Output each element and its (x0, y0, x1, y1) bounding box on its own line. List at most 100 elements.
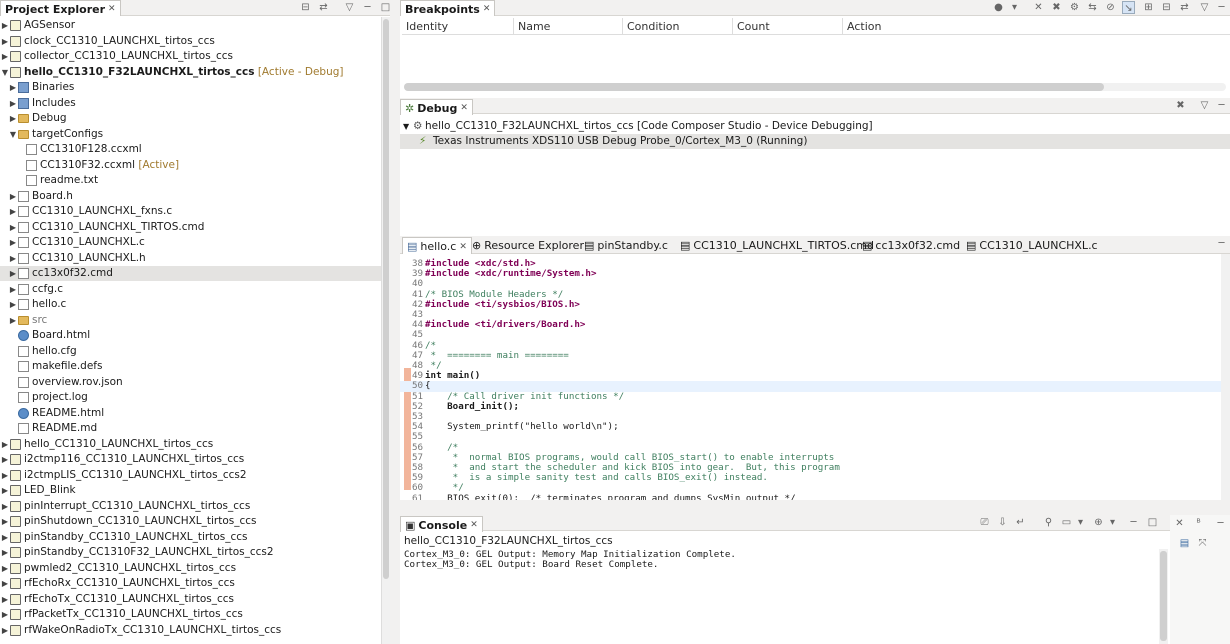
scrollbar-thumb[interactable] (1160, 551, 1167, 641)
expand-arrow-icon[interactable]: ▶ (9, 235, 17, 250)
tab-cc13x0f32-cmd[interactable]: ▤ cc13x0f32.cmd (858, 237, 964, 253)
breakpoints-hscrollbar[interactable] (404, 83, 1226, 91)
tree-item[interactable]: ▶ rfEchoRx_CC1310_LAUNCHXL_tirtos_ccs (0, 576, 390, 591)
dropdown-icon[interactable]: ▾ (1074, 516, 1087, 529)
code-line[interactable]: 54 System_printf("hello world\n"); (400, 421, 1230, 432)
expand-arrow-icon[interactable]: ▶ (1, 530, 9, 545)
view-menu-icon[interactable]: ▽ (1198, 99, 1211, 112)
expand-arrow-icon[interactable]: ▶ (1, 576, 9, 591)
debug-session-row[interactable]: ▼ ⚙ hello_CC1310_F32LAUNCHXL_tirtos_ccs … (400, 119, 1230, 134)
collapse-all-icon[interactable]: ⊟ (299, 1, 312, 14)
code-editor[interactable]: 38 #include <xdc/std.h> 39 #include <xdc/ru… (400, 254, 1230, 500)
expand-arrow-icon[interactable]: ▶ (9, 313, 17, 328)
tree-item[interactable]: ▼ targetConfigs (0, 127, 390, 142)
code-line[interactable]: 49 int main() (400, 370, 1230, 381)
tree-item[interactable]: ▶ Debug (0, 111, 390, 126)
expand-arrow-icon[interactable]: ▶ (1, 499, 9, 514)
close-icon[interactable]: ✕ (108, 4, 116, 14)
minimize-icon[interactable]: ─ (1214, 517, 1227, 530)
expand-arrow-icon[interactable]: ▶ (1, 545, 9, 560)
tree-item[interactable]: ▶ pinStandby_CC1310F32_LAUNCHXL_tirtos_cc… (0, 545, 390, 560)
expand-arrow-icon[interactable]: ▶ (9, 80, 17, 95)
remove-icon[interactable]: ✕ (1032, 1, 1045, 14)
tree-item[interactable]: ▶ i2ctmpLIS_CC1310_LAUNCHXL_tirtos_ccs2 (0, 468, 390, 483)
tree-item[interactable]: hello.cfg (0, 344, 390, 359)
tab-pinstandby-c[interactable]: ▤ pinStandby.c (580, 237, 672, 253)
tree-item[interactable]: Board.html (0, 328, 390, 343)
minimize-icon[interactable]: ─ (1127, 516, 1140, 529)
expand-arrow-icon[interactable]: ▶ (1, 437, 9, 452)
column-count[interactable]: Count (733, 18, 843, 35)
clear-console-icon[interactable]: ⎚ (978, 516, 991, 529)
tree-item[interactable]: ▶ CC1310_LAUNCHXL.c (0, 235, 390, 250)
tab-hello-c[interactable]: ▤ hello.c ✕ (402, 237, 472, 254)
tab-project-explorer[interactable]: Project Explorer ✕ (0, 0, 121, 16)
tree-item[interactable]: makefile.defs (0, 359, 390, 374)
scrollbar-thumb[interactable] (404, 83, 1104, 91)
minimize-icon[interactable]: ─ (361, 1, 374, 14)
hide-icon[interactable]: ⤧ (1196, 537, 1209, 550)
expand-arrow-icon[interactable]: ▶ (9, 111, 17, 126)
remove-all-icon[interactable]: ✖ (1050, 1, 1063, 14)
tree-item[interactable]: ▶ collector_CC1310_LAUNCHXL_tirtos_ccs (0, 49, 390, 64)
tree-item[interactable]: ▶ Binaries (0, 80, 390, 95)
expand-arrow-icon[interactable]: ▶ (1, 18, 9, 33)
tree-item[interactable]: README.html (0, 406, 390, 421)
expand-arrow-icon[interactable]: ▶ (9, 220, 17, 235)
tree-item[interactable]: ▶ cc13x0f32.cmd (0, 266, 390, 281)
register-icon[interactable]: ▤ (1178, 537, 1191, 550)
expand-arrow-icon[interactable]: ▶ (9, 266, 17, 281)
collapse-arrow-icon[interactable]: ▼ (1, 65, 9, 80)
dropdown-icon[interactable]: ▾ (1008, 1, 1021, 14)
maximize-icon[interactable]: □ (1146, 516, 1159, 529)
view-menu-icon[interactable]: ▽ (343, 1, 356, 14)
tab-resource-explorer[interactable]: ⊕ Resource Explorer (468, 237, 588, 253)
tree-item[interactable]: ▶ pinShutdown_CC1310_LAUNCHXL_tirtos_ccs (0, 514, 390, 529)
pin-console-icon[interactable]: ⚲ (1042, 516, 1055, 529)
tree-item[interactable]: ▶ rfEchoTx_CC1310_LAUNCHXL_tirtos_ccs (0, 592, 390, 607)
tree-item[interactable]: ▶ pwmled2_CC1310_LAUNCHXL_tirtos_ccs (0, 561, 390, 576)
expand-arrow-icon[interactable]: ▶ (1, 452, 9, 467)
code-line[interactable]: 47 * ======== main ======== (400, 350, 1230, 361)
sash[interactable] (400, 500, 1230, 515)
tree-item[interactable]: ▶ hello.c (0, 297, 390, 312)
expand-arrow-icon[interactable]: ▶ (1, 49, 9, 64)
tree-item[interactable]: ▶ src (0, 313, 390, 328)
word-wrap-icon[interactable]: ↵ (1014, 516, 1027, 529)
link-icon[interactable]: ⇄ (1178, 1, 1191, 14)
column-identity[interactable]: Identity (402, 18, 514, 35)
debug-config-icon[interactable]: ● (992, 1, 1005, 14)
tree-item[interactable]: README.md (0, 421, 390, 436)
open-console-icon[interactable]: ⊕ (1092, 516, 1105, 529)
tab-launchxl-c[interactable]: ▤ CC1310_LAUNCHXL.c (962, 237, 1102, 253)
show-supported-icon[interactable]: ⚙ (1068, 1, 1081, 14)
expand-arrow-icon[interactable]: ▶ (1, 607, 9, 622)
scroll-lock-icon[interactable]: ⇩ (996, 516, 1009, 529)
column-condition[interactable]: Condition (623, 18, 733, 35)
tree-item[interactable]: ▶ CC1310_LAUNCHXL_TIRTOS.cmd (0, 220, 390, 235)
link-view-icon[interactable]: ↘ (1122, 1, 1135, 14)
close-icon[interactable]: ✕ (483, 4, 491, 14)
code-line[interactable]: 39 #include <xdc/runtime/System.h> (400, 268, 1230, 279)
tree-item[interactable]: readme.txt (0, 173, 390, 188)
expand-arrow-icon[interactable]: ▶ (1, 561, 9, 576)
tab-debug[interactable]: ✲ Debug ✕ (400, 99, 473, 115)
expand-arrow-icon[interactable]: ▶ (9, 189, 17, 204)
minimize-icon[interactable]: ─ (1215, 237, 1228, 250)
expand-arrow-icon[interactable]: ▶ (1, 623, 9, 638)
collapse-arrow-icon[interactable]: ▼ (9, 127, 17, 142)
tree-item[interactable]: overview.rov.json (0, 375, 390, 390)
skip-breakpoints-icon[interactable]: ⊘ (1104, 1, 1117, 14)
expand-arrow-icon[interactable]: ▶ (9, 297, 17, 312)
expand-arrow-icon[interactable]: ▶ (1, 592, 9, 607)
tree-item[interactable]: ▶ LED_Blink (0, 483, 390, 498)
close-icon[interactable]: ✕ (460, 103, 468, 113)
display-console-icon[interactable]: ▭ (1060, 516, 1073, 529)
debug-target-row[interactable]: ⚡ Texas Instruments XDS110 USB Debug Pro… (400, 134, 1230, 149)
tree-item[interactable]: ▶ pinStandby_CC1310_LAUNCHXL_tirtos_ccs (0, 530, 390, 545)
tab-tirtos-cmd[interactable]: ▤ CC1310_LAUNCHXL_TIRTOS.cmd (676, 237, 878, 253)
sash[interactable] (390, 0, 400, 644)
tree-item[interactable]: ▶ CC1310_LAUNCHXL_fxns.c (0, 204, 390, 219)
tree-item[interactable]: ▼ hello_CC1310_F32LAUNCHXL_tirtos_ccs [Ac… (0, 65, 390, 80)
tab-breakpoints[interactable]: Breakpoints ✕ (400, 0, 496, 16)
